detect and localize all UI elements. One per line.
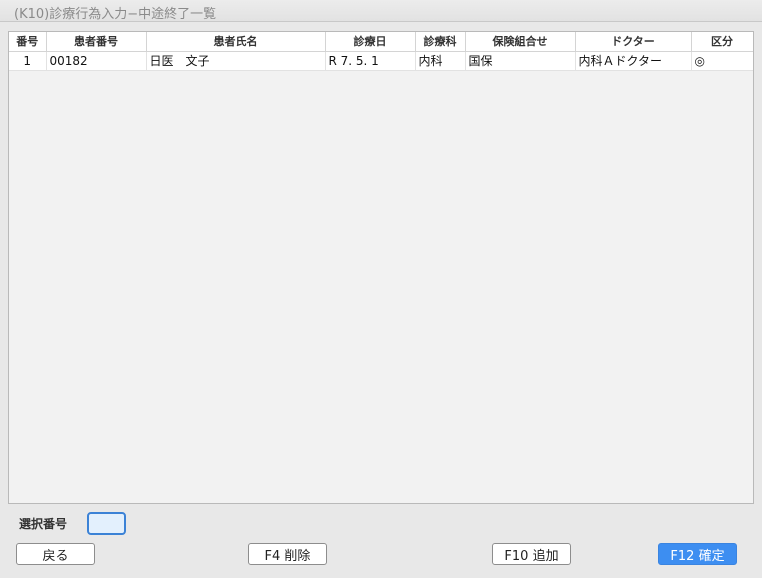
cell-number: 1	[9, 51, 47, 71]
cell-insurance: 国保	[465, 51, 576, 71]
column-header-patient-id[interactable]: 患者番号	[46, 32, 147, 52]
pending-list-table[interactable]: 番号 患者番号 患者氏名 診療日 診療科 保険組合せ ドクター 区分 1 001…	[8, 31, 754, 504]
column-header-patient-name[interactable]: 患者氏名	[146, 32, 326, 52]
back-button[interactable]: 戻る	[16, 543, 95, 565]
confirm-button[interactable]: F12 確定	[658, 543, 737, 565]
table-header-row: 番号 患者番号 患者氏名 診療日 診療科 保険組合せ ドクター 区分	[9, 32, 753, 52]
column-header-department[interactable]: 診療科	[415, 32, 466, 52]
selection-number-input[interactable]	[87, 512, 126, 535]
title-bar: (K10)診療行為入力−中途終了一覧	[0, 0, 762, 22]
table-row[interactable]: 1 00182 日医 文子 R 7. 5. 1 内科 国保 内科Ａドクター ◎	[9, 51, 753, 71]
delete-button[interactable]: F4 削除	[248, 543, 327, 565]
add-button[interactable]: F10 追加	[492, 543, 571, 565]
pending-list: 番号 患者番号 患者氏名 診療日 診療科 保険組合せ ドクター 区分 1 001…	[9, 32, 753, 71]
cell-patient-id: 00182	[46, 51, 147, 71]
column-header-number[interactable]: 番号	[9, 32, 47, 52]
cell-category: ◎	[691, 51, 753, 71]
main-window: (K10)診療行為入力−中途終了一覧 番号 患者番号 患者氏名 診療日 診療科 …	[0, 0, 762, 578]
cell-department: 内科	[415, 51, 466, 71]
column-header-insurance[interactable]: 保険組合せ	[465, 32, 576, 52]
column-header-category[interactable]: 区分	[691, 32, 753, 52]
cell-doctor: 内科Ａドクター	[575, 51, 692, 71]
selection-number-label: 選択番号	[19, 517, 68, 531]
cell-patient-name: 日医 文子	[146, 51, 326, 71]
column-header-visit-date[interactable]: 診療日	[325, 32, 416, 52]
window-title: (K10)診療行為入力−中途終了一覧	[14, 7, 217, 22]
column-header-doctor[interactable]: ドクター	[575, 32, 692, 52]
cell-visit-date: R 7. 5. 1	[325, 51, 416, 71]
